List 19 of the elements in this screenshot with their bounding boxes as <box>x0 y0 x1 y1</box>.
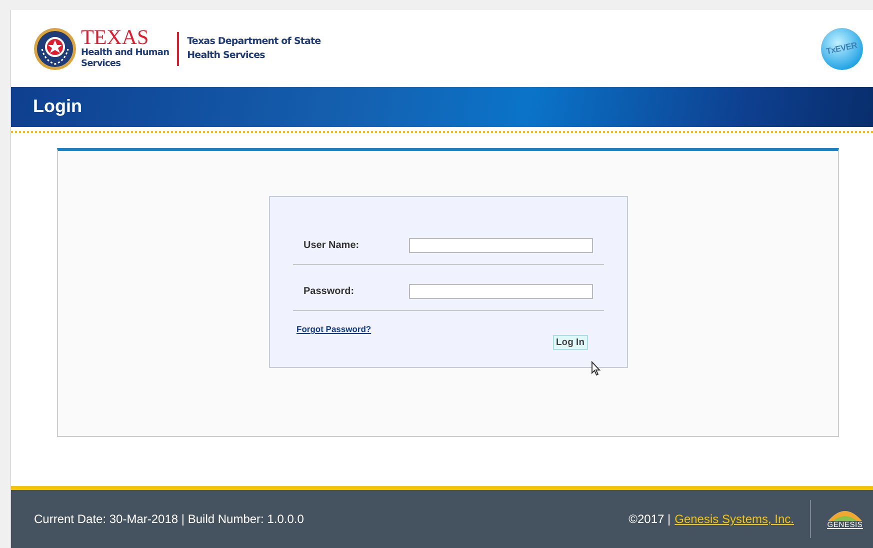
footer-info: Current Date: 30-Mar-2018 | Build Number: 1.0.0.0 <box>34 511 304 528</box>
login-button[interactable]: Log In <box>553 335 588 350</box>
sunrise-icon <box>827 508 863 521</box>
cursor-icon <box>590 361 600 376</box>
company-link[interactable]: Genesis Systems, Inc. <box>674 510 794 528</box>
agency-subtitle: Health and Human <box>81 48 170 59</box>
agency-subtitle: Services <box>81 59 122 70</box>
forgot-password-link[interactable]: Forgot Password? <box>296 323 372 336</box>
agency-title: TEXAS <box>81 27 149 48</box>
seal-icon <box>33 26 77 70</box>
department-name: Health Services <box>187 48 266 62</box>
department-name: Texas Department of State <box>187 34 321 48</box>
field-label: Password: <box>304 285 356 299</box>
app-logo-text: TxEVER <box>825 39 859 58</box>
input-field[interactable] <box>408 238 592 253</box>
input-field[interactable] <box>408 284 592 299</box>
page-title: Login <box>33 96 82 118</box>
field-label: User Name: <box>304 239 360 253</box>
copyright-text: ©2017 | <box>628 511 671 528</box>
